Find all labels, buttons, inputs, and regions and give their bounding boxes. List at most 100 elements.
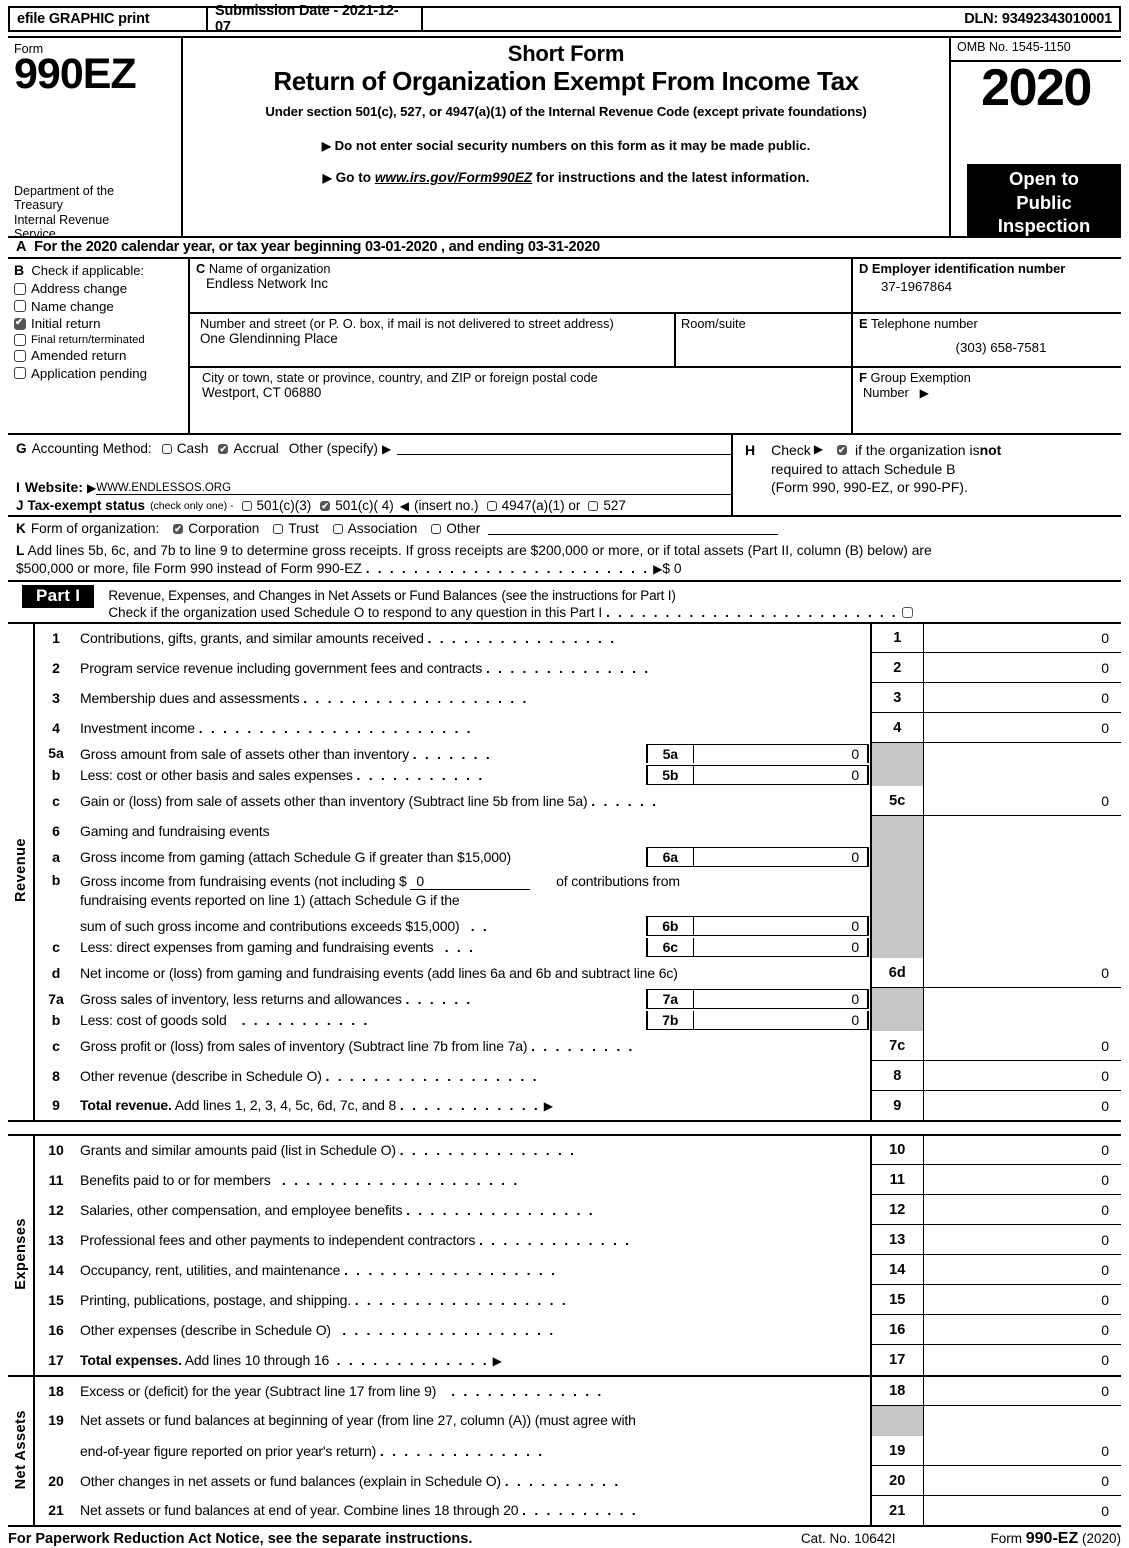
- main-line-value[interactable]: 0: [923, 1375, 1121, 1407]
- checkbox-icon[interactable]: [14, 282, 26, 295]
- main-line-value[interactable]: 0: [923, 1496, 1121, 1526]
- table-row: 9 Total revenue. Add lines 1, 2, 3, 4, 5…: [8, 1090, 1121, 1121]
- checkbox-527-icon[interactable]: [588, 500, 599, 511]
- table-row: 5a Gross amount from sale of assets othe…: [8, 742, 1121, 764]
- section-i-letter: I: [16, 479, 20, 495]
- org-street-value[interactable]: One Glendinning Place: [200, 331, 674, 346]
- form-header: Form 990EZ Department of the Treasury Inte…: [8, 36, 1121, 241]
- line-description: Less: cost of goods sold . . . . . . . .…: [72, 1010, 871, 1031]
- main-line-value[interactable]: 0: [923, 1465, 1121, 1497]
- checkbox-icon[interactable]: [14, 333, 26, 346]
- org-city-value[interactable]: Westport, CT 06880: [202, 385, 851, 400]
- line-number: b: [51, 871, 61, 888]
- checkbox-association-icon[interactable]: [332, 523, 343, 534]
- checkbox-application-pending[interactable]: Application pending: [14, 366, 188, 381]
- line-number: 1: [52, 630, 60, 647]
- checkbox-schedule-o-icon[interactable]: [901, 606, 913, 618]
- main-line-value[interactable]: 0: [923, 1091, 1121, 1121]
- sub-line-value[interactable]: 0: [693, 915, 869, 936]
- checkbox-501c4-checked-icon[interactable]: [320, 500, 331, 512]
- org-street-label: Number and street (or P. O. box, if mail…: [200, 316, 614, 331]
- checkbox-accrual-checked-icon[interactable]: [218, 443, 229, 455]
- main-line-value[interactable]: 0: [923, 1254, 1121, 1286]
- main-line-value[interactable]: 0: [923, 1060, 1121, 1092]
- checkbox-initial-return[interactable]: Initial return: [14, 316, 188, 331]
- checkbox-checked-icon[interactable]: [14, 317, 26, 330]
- line-description: Occupancy, rent, utilities, and maintena…: [80, 1261, 558, 1278]
- sub-line-value[interactable]: 0: [693, 743, 869, 763]
- expenses-table: Expenses 10 Grants and similar amounts p…: [8, 1133, 1121, 1375]
- line-a-text: For the 2020 calendar year, or tax year …: [34, 239, 600, 255]
- main-line-value[interactable]: 0: [923, 622, 1121, 654]
- checkbox-icon[interactable]: [14, 349, 26, 362]
- line-description: Membership dues and assessments . . . . …: [80, 689, 529, 706]
- gross-receipts-text-1: Add lines 5b, 6c, and 7b to line 9 to de…: [27, 543, 932, 558]
- table-row: 6 Gaming and fundraising events: [8, 815, 1121, 846]
- sub-line-value[interactable]: 0: [693, 937, 869, 957]
- opt-501c3-label: 501(c)(3): [256, 498, 312, 513]
- ein-value[interactable]: 37-1967864: [859, 276, 1121, 294]
- revenue-vertical-label: Revenue: [8, 622, 35, 1121]
- fundraising-contributions-value[interactable]: 0: [410, 873, 531, 890]
- shaded-cell: [870, 987, 924, 1010]
- main-line-value[interactable]: 0: [923, 1134, 1121, 1166]
- checkbox-other-icon[interactable]: [431, 523, 442, 534]
- line-number: 17: [48, 1351, 64, 1368]
- sub-line-value[interactable]: 0: [693, 988, 869, 1009]
- main-line-value[interactable]: 0: [923, 1284, 1121, 1316]
- checkbox-amended-return[interactable]: Amended return: [14, 348, 188, 363]
- checkbox-icon[interactable]: [14, 367, 26, 379]
- website-value[interactable]: WWW.ENDLESSOS.ORG: [96, 482, 731, 495]
- main-line-value[interactable]: 0: [923, 682, 1121, 714]
- telephone-value[interactable]: (303) 658-7581: [859, 331, 1121, 355]
- main-line-number: 21: [870, 1495, 924, 1526]
- main-line-value[interactable]: 0: [923, 1224, 1121, 1256]
- checkbox-final-return[interactable]: Final return/terminated: [14, 333, 188, 346]
- table-row: Net Assets 18 Excess or (deficit) for th…: [8, 1375, 1121, 1526]
- accounting-method-label: Accounting Method:: [31, 441, 152, 456]
- leader-dots: . . . . . . . . . . . . . . . . . .: [343, 1261, 558, 1278]
- main-line-value[interactable]: 0: [923, 1030, 1121, 1062]
- main-line-value[interactable]: 0: [923, 1194, 1121, 1226]
- checkbox-trust-icon[interactable]: [273, 523, 284, 534]
- table-row: 8 Other revenue (describe in Schedule O)…: [8, 1060, 1121, 1092]
- corporation-label: Corporation: [188, 521, 260, 536]
- section-d-letter: D: [859, 261, 869, 276]
- org-name-value[interactable]: Endless Network Inc: [196, 276, 851, 291]
- accrual-label: Accrual: [233, 441, 279, 456]
- accounting-method-row: G Accounting Method: Cash Accrual Other …: [16, 441, 731, 456]
- sub-line-value[interactable]: 0: [693, 846, 869, 867]
- sub-line-value[interactable]: 0: [693, 1010, 869, 1030]
- net-assets-vertical-label: Net Assets: [8, 1375, 35, 1526]
- checkbox-address-change[interactable]: Address change: [14, 281, 188, 296]
- website-label: Website:: [24, 479, 83, 495]
- irs-url-link[interactable]: www.irs.gov/Form990EZ: [375, 170, 532, 185]
- main-line-value[interactable]: 0: [923, 652, 1121, 684]
- main-line-value[interactable]: 0: [923, 957, 1121, 989]
- line-text: Gross sales of inventory, less returns a…: [80, 990, 473, 1007]
- main-line-value[interactable]: 0: [923, 1164, 1121, 1196]
- checkbox-cash-icon[interactable]: [161, 443, 172, 454]
- main-line-value[interactable]: 0: [923, 1345, 1121, 1375]
- other-method-input[interactable]: [397, 442, 731, 455]
- other-org-input[interactable]: [488, 522, 779, 535]
- checkbox-4947a1-icon[interactable]: [486, 500, 497, 511]
- main-line-value[interactable]: 0: [923, 785, 1121, 817]
- main-line-value[interactable]: 0: [923, 1435, 1121, 1467]
- main-line-value[interactable]: 0: [923, 712, 1121, 744]
- group-number-label: Number: [863, 385, 909, 400]
- checkbox-501c3-icon[interactable]: [241, 500, 252, 511]
- checkbox-schedule-b-checked-icon[interactable]: [837, 444, 848, 456]
- checkbox-icon[interactable]: [14, 300, 26, 312]
- table-row: 11 Benefits paid to or for members . . .…: [8, 1164, 1121, 1196]
- org-street-cell: Number and street (or P. O. box, if mail…: [190, 314, 676, 366]
- section-d-identifiers: D Employer identification number 37-1967…: [853, 259, 1121, 433]
- leader-dots: . . . . . . . . . . . . . . . . . . . . …: [198, 719, 473, 736]
- checkbox-corporation-checked-icon[interactable]: [173, 523, 184, 535]
- org-room-label: Room/suite: [681, 316, 746, 331]
- shaded-cell: [870, 936, 924, 958]
- line-number: c: [52, 1037, 60, 1054]
- checkbox-name-change[interactable]: Name change: [14, 299, 188, 314]
- sub-line-value[interactable]: 0: [693, 764, 869, 785]
- main-line-value[interactable]: 0: [923, 1314, 1121, 1346]
